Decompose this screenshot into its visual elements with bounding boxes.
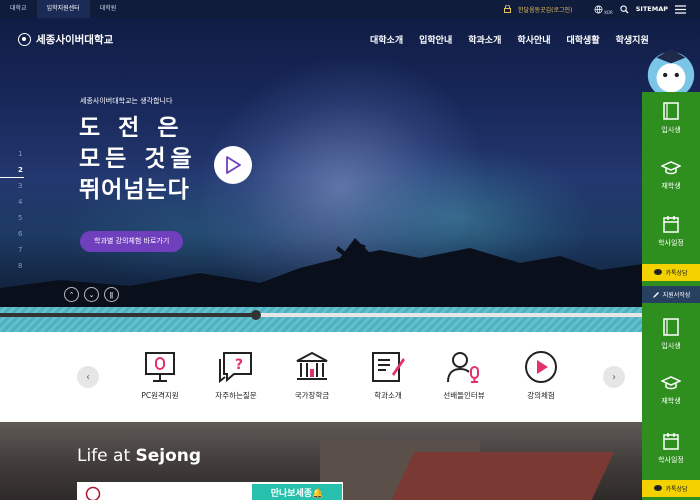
- main-navigation: 대학소개 입학안내 학과소개 학사안내 대학생활 학생지원: [370, 33, 649, 46]
- nav-departments[interactable]: 학과소개: [468, 33, 501, 46]
- meet-sejong-badge: 만나보세종🔔: [252, 484, 342, 500]
- university-logo[interactable]: 세종사이버대학교: [18, 32, 113, 47]
- hamburger-menu-icon[interactable]: [675, 4, 686, 14]
- top-utility-bar: 대학교 입학지원센터 대학원 한달음동곳김(로그인) KOR SITEMAP: [0, 0, 700, 18]
- slide-controls: ⌃ ⌄ ǁ: [64, 287, 119, 302]
- tab-graduate-school[interactable]: 대학원: [90, 0, 127, 18]
- quick-item-label: 국가장학금: [294, 391, 330, 400]
- book-icon: [663, 318, 679, 336]
- search-icon[interactable]: [620, 4, 629, 14]
- sidebar-label: 재학생: [661, 182, 681, 190]
- slide-pagination: 1 2 3 4 5 6 7 8: [0, 146, 30, 274]
- prev-slide-button[interactable]: ⌃: [64, 287, 79, 302]
- kakao-chat-button-2[interactable]: 카톡상담: [642, 480, 700, 497]
- interview-mic-icon: [447, 352, 479, 383]
- chat-bubble-icon: [654, 485, 663, 491]
- svg-text:?: ?: [235, 357, 243, 373]
- slide-number[interactable]: 7: [0, 242, 30, 258]
- sidebar-item-calendar-2[interactable]: 학사일정: [642, 432, 700, 465]
- lecture-experience-button[interactable]: 학과별 강의체험 바로가기: [80, 231, 184, 252]
- notepad-icon: [372, 352, 405, 382]
- hero-slogan: 도 전 은 모든 것을 뛰어넘는다: [79, 113, 197, 206]
- sidebar-label: 재학생: [661, 397, 681, 405]
- main-header: 세종사이버대학교 대학소개 입학안내 학과소개 학사안내 대학생활 학생지원: [0, 18, 700, 60]
- quick-item-label: PC원격지원: [141, 391, 179, 400]
- tab-admissions-center[interactable]: 입학지원센터: [36, 0, 90, 18]
- play-icon: [226, 156, 241, 174]
- nav-about[interactable]: 대학소개: [370, 33, 403, 46]
- calendar-icon: [663, 433, 679, 450]
- play-video-button[interactable]: [214, 146, 252, 184]
- sidebar-item-applicants[interactable]: 입시생: [642, 102, 700, 135]
- quick-menu-next-button[interactable]: ›: [603, 366, 625, 388]
- sidebar-label: 학사일정: [658, 239, 684, 247]
- slide-progress-strip: [0, 307, 700, 332]
- nav-student-support[interactable]: 학생지원: [616, 33, 649, 46]
- kakao-chat-button[interactable]: 카톡상담: [642, 264, 700, 281]
- university-emblem-icon: [85, 486, 101, 500]
- sitemap-link[interactable]: SITEMAP: [636, 5, 668, 13]
- slide-number[interactable]: 4: [0, 194, 30, 210]
- nav-campus-life[interactable]: 대학생활: [567, 33, 600, 46]
- slogan-line: 도 전 은: [79, 115, 184, 141]
- bank-icon: [296, 351, 328, 380]
- globe-icon[interactable]: [594, 5, 603, 14]
- sidebar-label: 학사일정: [658, 456, 684, 464]
- pause-button[interactable]: ǁ: [104, 287, 119, 302]
- calendar-icon: [663, 216, 679, 233]
- quick-item-pc-support[interactable]: PC원격지원: [124, 350, 196, 401]
- pencil-icon: [652, 291, 659, 298]
- sidebar-item-students-2[interactable]: 재학생: [642, 375, 700, 406]
- hero-subtitle: 세종사이버대학교는 생각합니다: [80, 97, 173, 105]
- slide-number[interactable]: 1: [0, 146, 30, 162]
- chat-bubble-icon: [654, 269, 663, 275]
- slide-number[interactable]: 8: [0, 258, 30, 274]
- quick-item-faq[interactable]: ? 자주하는질문: [200, 350, 272, 401]
- next-slide-button[interactable]: ⌄: [84, 287, 99, 302]
- slide-number-active[interactable]: 2: [0, 162, 24, 178]
- jumping-person-icon: [336, 244, 366, 274]
- question-chat-icon: ?: [219, 352, 252, 384]
- play-circle-icon: [525, 351, 557, 383]
- campus-roof: [386, 452, 614, 500]
- graduation-cap-icon: [661, 161, 681, 175]
- slogan-line: 모든 것을: [79, 146, 197, 172]
- tab-university[interactable]: 대학교: [0, 0, 37, 18]
- monitor-icon: [145, 352, 175, 382]
- sidebar-label: 입시생: [661, 126, 681, 134]
- sidebar-item-calendar[interactable]: 학사일정: [642, 215, 700, 248]
- nav-admissions[interactable]: 입학안내: [419, 33, 452, 46]
- quick-item-label: 강의체험: [527, 391, 555, 400]
- life-at-sejong-section: Life at Sejong 만나보세종🔔: [0, 422, 642, 500]
- university-emblem-icon: [18, 33, 31, 46]
- quick-item-departments[interactable]: 학과소개: [352, 350, 424, 401]
- quick-item-label: 학과소개: [374, 391, 402, 400]
- progress-fill: [0, 313, 256, 317]
- application-form-button[interactable]: 지원서작성: [642, 286, 700, 303]
- quick-menu-prev-button[interactable]: ‹: [77, 366, 99, 388]
- slide-number[interactable]: 3: [0, 178, 30, 194]
- quick-item-interviews[interactable]: 선배들인터뷰: [428, 350, 500, 401]
- sidebar-item-applicants-2[interactable]: 입시생: [642, 318, 700, 351]
- book-icon: [663, 102, 679, 120]
- quick-item-label: 선배들인터뷰: [443, 391, 485, 400]
- slogan-line: 뛰어넘는다: [79, 177, 190, 203]
- slide-number[interactable]: 6: [0, 226, 30, 242]
- graduation-cap-icon: [661, 376, 681, 390]
- login-link[interactable]: 한달음동곳김(로그인): [518, 5, 572, 14]
- sidebar-item-students[interactable]: 재학생: [642, 160, 700, 191]
- sidebar-label: 입시생: [661, 342, 681, 350]
- nav-academics[interactable]: 학사안내: [517, 33, 550, 46]
- lock-icon: [504, 5, 512, 13]
- slide-number[interactable]: 5: [0, 210, 30, 226]
- logo-text: 세종사이버대학교: [36, 34, 114, 46]
- progress-knob[interactable]: [250, 310, 261, 320]
- quick-item-scholarship[interactable]: 국가장학금: [276, 350, 348, 401]
- section-title: Life at Sejong: [77, 446, 202, 466]
- life-card[interactable]: 만나보세종🔔: [77, 482, 343, 500]
- quick-item-lecture-trial[interactable]: 강의체험: [505, 350, 577, 401]
- language-label[interactable]: KOR: [604, 10, 612, 15]
- quick-item-label: 자주하는질문: [215, 391, 257, 400]
